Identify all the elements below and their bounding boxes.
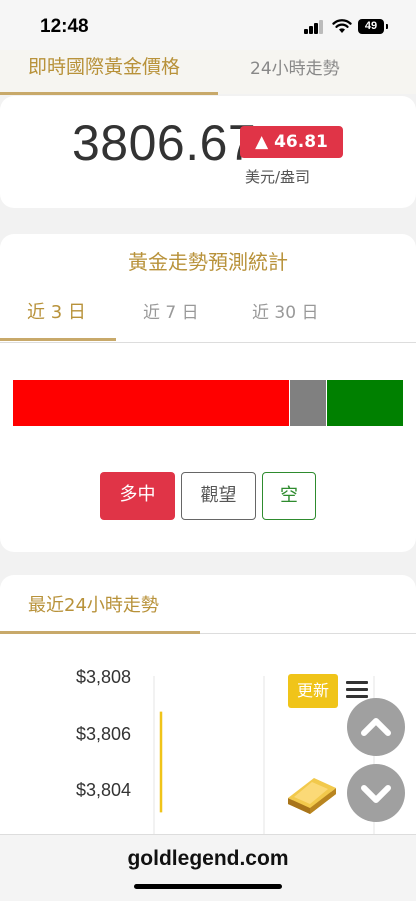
tab-realtime-price[interactable]: 即時國際黃金價格 [0,50,218,95]
sentiment-segment-bear [327,380,403,426]
y-tick-label: $3,808 [76,667,132,687]
home-indicator[interactable] [134,884,282,889]
prediction-card: 黃金走勢預測統計 近 3 日 近 7 日 近 30 日 多中 觀望 空 [0,234,416,552]
status-time: 12:48 [40,16,89,37]
scroll-up-icon[interactable] [347,698,405,756]
chart-title: 最近24小時走勢 [28,595,159,616]
bear-vote-button[interactable]: 空 [262,472,316,520]
y-tick-label: $3,804 [76,780,132,800]
price-card: 3806.67 [0,96,416,208]
refresh-button[interactable]: 更新 [288,674,338,708]
prediction-title: 黃金走勢預測統計 [128,250,288,274]
menu-icon[interactable] [346,681,368,699]
signal-icon [304,20,324,34]
price-unit: 美元/盎司 [245,168,311,186]
tab-24h-trend[interactable]: 24小時走勢 [250,54,340,79]
y-tick-label: $3,806 [76,724,132,744]
browser-bottom-bar: goldlegend.com [0,834,416,901]
tab-7-days[interactable]: 近 7 日 [143,298,199,323]
active-tab-indicator [0,338,116,341]
price-change-badge: ▲ 46.81 [240,126,343,158]
wifi-icon [332,19,352,33]
gold-bar-icon [288,778,336,814]
tab-label: 即時國際黃金價格 [28,56,181,78]
battery-icon: 49 [358,19,388,34]
chart-tab-indicator [0,631,200,634]
scroll-down-icon[interactable] [347,764,405,822]
neutral-vote-button[interactable]: 觀望 [181,472,256,520]
tab-30-days[interactable]: 近 30 日 [252,298,318,323]
sentiment-segment-neutral [290,380,326,426]
top-tabs: 即時國際黃金價格 24小時走勢 [0,50,416,95]
prediction-tabs: 近 3 日 近 7 日 近 30 日 [0,294,416,343]
gold-price: 3806.67 [72,115,257,171]
status-bar: 12:48 49 [0,0,416,50]
bull-vote-button[interactable]: 多中 [100,472,175,520]
sentiment-segment-bull [13,380,289,426]
tab-3-days[interactable]: 近 3 日 [27,298,86,324]
chart-header: 最近24小時走勢 [0,575,416,634]
site-domain[interactable]: goldlegend.com [0,847,416,871]
